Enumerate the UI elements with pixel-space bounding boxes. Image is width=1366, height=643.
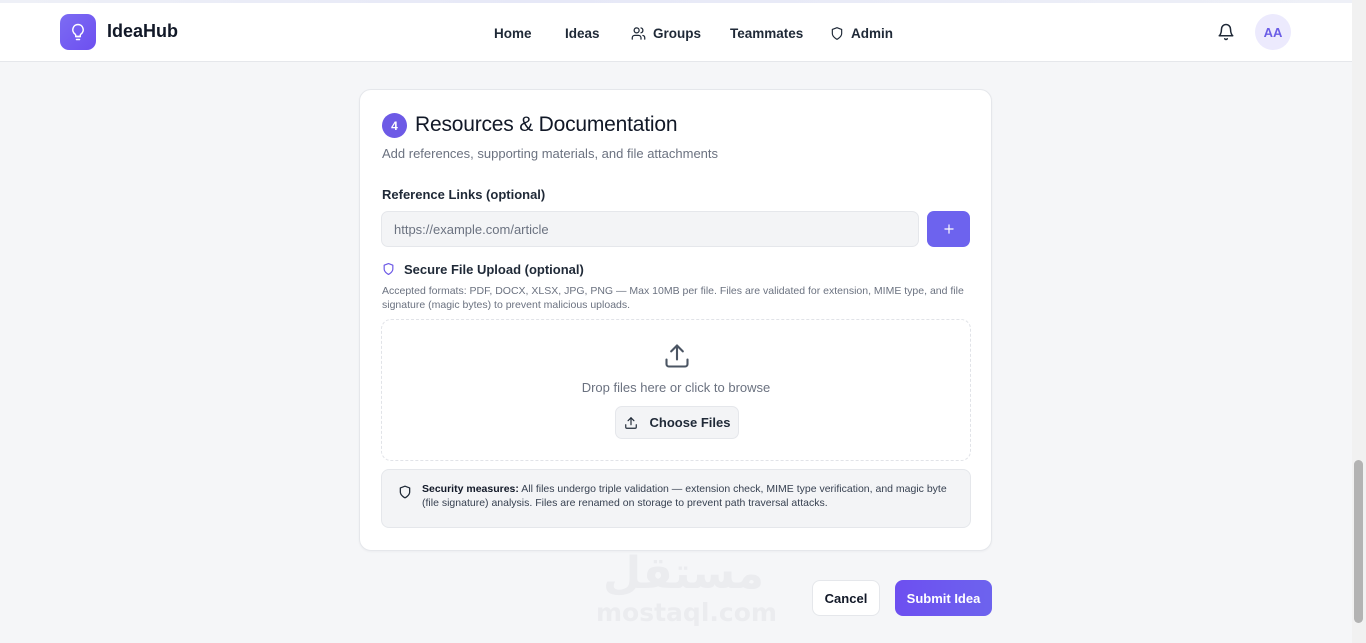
security-text: Security measures: All files undergo tri…	[422, 482, 962, 510]
cancel-button[interactable]: Cancel	[812, 580, 880, 616]
shield-icon	[399, 485, 411, 499]
scrollbar-thumb[interactable]	[1354, 460, 1363, 623]
watermark: مستقل mostaql.com	[596, 548, 777, 632]
shield-icon	[383, 262, 394, 276]
watermark-arabic: مستقل	[603, 548, 764, 599]
section-title: Resources & Documentation	[415, 113, 678, 136]
resources-card: 4 Resources & Documentation Add referenc…	[359, 89, 992, 551]
reference-link-input[interactable]	[381, 211, 919, 247]
nav-groups-label: Groups	[653, 25, 702, 41]
add-link-button[interactable]	[927, 211, 970, 247]
upload-label-row: Secure File Upload (optional)	[382, 260, 584, 278]
bell-icon[interactable]	[1217, 23, 1235, 41]
nav-admin-label: Admin	[851, 25, 893, 41]
step-badge: 4	[382, 113, 407, 138]
nav-ideas-label: Ideas	[565, 25, 600, 41]
users-icon	[631, 26, 646, 40]
section-subtitle: Add references, supporting materials, an…	[382, 146, 719, 161]
upload-icon	[624, 416, 637, 429]
reference-links-label: Reference Links (optional)	[382, 187, 546, 202]
upload-icon	[665, 344, 689, 368]
nav-admin[interactable]: Admin	[830, 24, 893, 42]
watermark-latin: mostaql.com	[596, 598, 777, 627]
choose-files-button[interactable]: Choose Files	[615, 406, 739, 439]
top-navbar: IdeaHub Home Ideas Groups Teammates Admi…	[0, 0, 1352, 62]
submit-idea-button[interactable]: Submit Idea	[895, 580, 992, 616]
upload-label: Secure File Upload (optional)	[404, 261, 584, 277]
nav-ideas[interactable]: Ideas	[565, 24, 600, 42]
nav-groups[interactable]: Groups	[631, 24, 701, 42]
nav-home-label: Home	[494, 25, 532, 41]
shield-icon	[831, 26, 843, 40]
main-nav: Home Ideas Groups Teammates Admin	[0, 0, 1352, 62]
choose-files-label: Choose Files	[649, 415, 731, 430]
nav-home[interactable]: Home	[494, 24, 532, 42]
nav-teammates-label: Teammates	[730, 25, 804, 41]
security-notice: Security measures: All files undergo tri…	[381, 469, 971, 528]
security-title: Security measures:	[422, 483, 519, 495]
user-avatar[interactable]: AA	[1255, 14, 1291, 50]
plus-icon	[943, 224, 954, 234]
dropzone-text: Drop files here or click to browse	[581, 380, 771, 395]
nav-teammates[interactable]: Teammates	[730, 24, 803, 42]
file-dropzone[interactable]: Drop files here or click to browse Choos…	[381, 319, 971, 461]
accepted-formats-note: Accepted formats: PDF, DOCX, XLSX, JPG, …	[382, 285, 964, 311]
